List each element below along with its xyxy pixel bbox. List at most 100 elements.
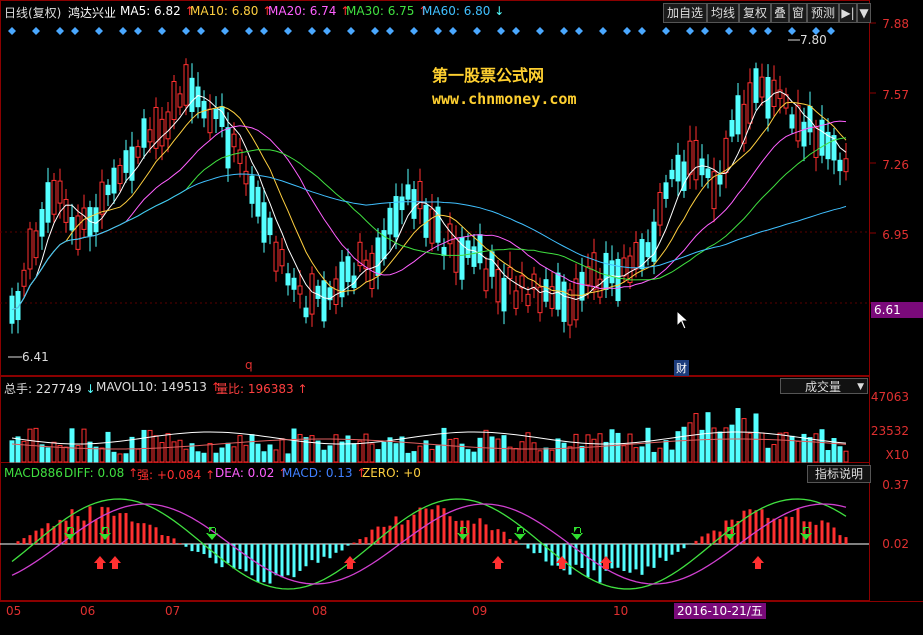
indicator-help-button[interactable]: 指标说明 — [807, 465, 871, 483]
window-button[interactable]: 窗 — [789, 3, 807, 23]
candle-body — [837, 159, 843, 172]
volume-bar — [225, 442, 231, 463]
volume-bar — [135, 448, 141, 463]
volume-bar — [213, 452, 219, 463]
volume-bar — [741, 418, 747, 463]
candle-body — [603, 252, 609, 290]
indicator-selector[interactable]: 成交量 ▼ — [780, 378, 868, 394]
candle-body — [57, 180, 63, 204]
macd-tick: 0.02 — [882, 537, 909, 551]
volume-bar — [195, 451, 201, 463]
candle-body — [663, 182, 669, 199]
volume-bar — [315, 440, 321, 463]
volume-bar — [615, 432, 621, 463]
financial-report-marker[interactable]: 财 — [674, 360, 689, 376]
volume-bar — [69, 428, 75, 463]
adjust-button[interactable]: 复权 — [739, 3, 771, 23]
volume-bar — [129, 436, 135, 463]
candle-body — [75, 215, 81, 250]
volume-bar — [585, 434, 591, 463]
signal-diamond-icon — [347, 27, 355, 35]
candle-body — [429, 208, 435, 244]
volume-bar — [57, 445, 63, 463]
candle-body — [135, 146, 141, 158]
cursor-date-badge: 2016-10-21/五 — [674, 603, 766, 619]
sell-signal-arrow-icon — [344, 556, 356, 569]
volume-bar — [753, 413, 759, 463]
signal-diamond-icon — [512, 27, 520, 35]
forecast-button[interactable]: 预测 — [807, 3, 839, 23]
volume-bar — [381, 441, 387, 463]
candle-body — [561, 281, 567, 322]
volume-total: 总手: 227749 ↓ — [4, 380, 96, 397]
dropdown-icon[interactable]: ▼ — [857, 3, 871, 23]
candle-body — [747, 82, 753, 124]
candle-body — [117, 164, 123, 185]
volume-bar — [261, 451, 267, 463]
signal-diamond-icon — [827, 27, 835, 35]
candle-body — [243, 170, 249, 185]
volume-bar — [237, 435, 243, 463]
moving-average-line — [11, 173, 847, 311]
candle-body — [279, 249, 285, 267]
candle-body — [231, 133, 237, 148]
price-tick: 7.88 — [882, 17, 909, 31]
candle-body — [345, 256, 351, 283]
candle-body — [159, 118, 165, 147]
macd-diff: DIFF: 0.08 ↑ — [64, 466, 138, 480]
macd-value-text: MACD: 0.13 — [282, 466, 353, 480]
add-watchlist-button[interactable]: 加自选 — [663, 3, 707, 23]
buy-signal-arrow-icon — [800, 527, 814, 540]
candle-body — [729, 120, 735, 137]
signal-diamond-icon — [386, 27, 394, 35]
indicator-selector-label: 成交量 — [805, 380, 842, 394]
candle-body — [51, 179, 57, 215]
ma-line-button[interactable]: 均线 — [707, 3, 739, 23]
chevron-down-icon: ▼ — [857, 382, 864, 392]
signal-diamond-icon — [308, 27, 316, 35]
volume-bar — [63, 446, 69, 463]
volume-bar — [657, 447, 663, 463]
month-label: 06 — [80, 604, 96, 618]
volume-bar — [243, 444, 249, 463]
signal-diamond-icon — [749, 27, 757, 35]
candle-body — [99, 181, 105, 215]
signal-diamond-icon — [197, 27, 205, 35]
volume-bar — [405, 452, 411, 463]
volume-bar — [723, 427, 729, 463]
volume-bar — [729, 424, 735, 463]
candle-body — [105, 184, 111, 196]
signal-diamond-icon — [245, 27, 253, 35]
volume-bar — [531, 442, 537, 463]
volume-bar — [465, 449, 471, 463]
volume-bar — [303, 437, 309, 463]
signal-diamond-icon — [725, 27, 733, 35]
candle-body — [375, 237, 381, 276]
candle-body — [333, 278, 339, 306]
volume-bar — [93, 446, 99, 463]
signal-diamond-icon — [71, 27, 79, 35]
sell-signal-arrow-icon — [752, 556, 764, 569]
volume-bar — [579, 445, 585, 463]
overlay-button[interactable]: 叠 — [771, 3, 789, 23]
volume-bar — [597, 433, 603, 463]
candle-body — [789, 114, 795, 129]
volume-bar — [561, 442, 567, 463]
candle-body — [213, 108, 219, 120]
macd-dea: DEA: 0.02 ↑ — [215, 466, 288, 480]
candle-body — [405, 184, 411, 200]
candle-body — [27, 228, 33, 270]
candle-body — [93, 207, 99, 233]
candle-body — [645, 242, 651, 258]
period-label: 日线(复权) — [4, 6, 62, 20]
buy-signal-arrow-icon — [571, 527, 585, 540]
signal-diamond-icon — [56, 27, 64, 35]
candle-body — [411, 189, 417, 219]
candle-body — [321, 280, 327, 322]
volume-tick: 23532 — [870, 424, 909, 438]
candle-body — [387, 207, 393, 235]
candle-body — [189, 77, 195, 112]
macd-diff-value: DIFF: 0.08 — [64, 466, 125, 480]
volume-bar — [219, 447, 225, 463]
play-next-icon[interactable]: ▶| — [839, 3, 857, 23]
